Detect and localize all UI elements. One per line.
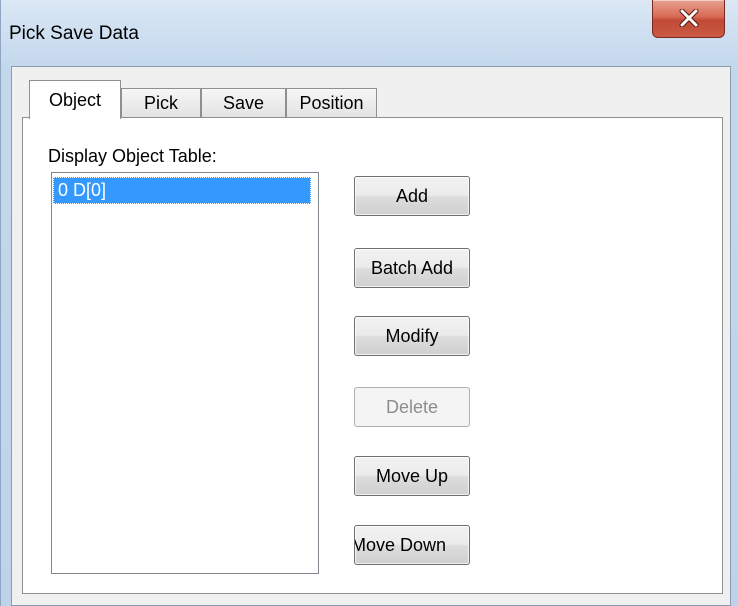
move-up-button[interactable]: Move Up	[354, 456, 470, 496]
modify-button[interactable]: Modify	[354, 316, 470, 356]
close-icon	[679, 9, 699, 27]
close-button[interactable]	[652, 0, 725, 38]
window-title: Pick Save Data	[9, 23, 139, 44]
add-button[interactable]: Add	[354, 176, 470, 216]
delete-button: Delete	[354, 387, 470, 427]
tab-save[interactable]: Save	[201, 88, 286, 117]
batch-add-button[interactable]: Batch Add	[354, 248, 470, 288]
tab-position-label: Position	[299, 92, 364, 113]
display-object-listbox[interactable]: 0 D[0]	[51, 172, 319, 574]
dialog-window: Pick Save Data Object Pick Save Position…	[0, 0, 738, 606]
display-object-table-label: Display Object Table:	[48, 146, 217, 166]
tab-position[interactable]: Position	[286, 88, 377, 117]
tab-save-label: Save	[222, 92, 265, 113]
tab-pick-label: Pick	[143, 92, 178, 113]
tab-object-label: Object	[48, 89, 102, 110]
list-item[interactable]: 0 D[0]	[53, 177, 311, 204]
tab-object[interactable]: Object	[29, 80, 121, 119]
move-down-button[interactable]: Move Down	[354, 525, 470, 565]
tab-pick[interactable]: Pick	[121, 88, 201, 117]
